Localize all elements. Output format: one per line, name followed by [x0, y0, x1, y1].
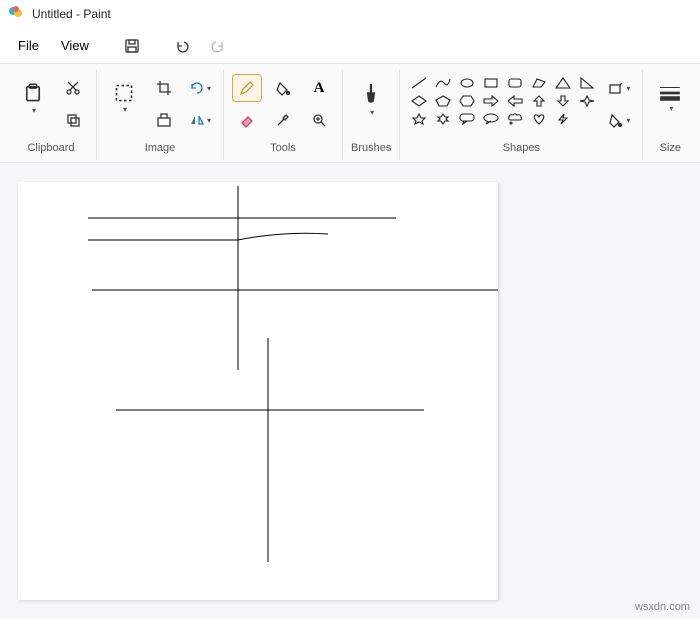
- shape-outline-button[interactable]: ▾: [604, 74, 634, 102]
- group-size: ▾ Size: [643, 70, 697, 160]
- canvas-area: [0, 164, 700, 619]
- eraser-tool[interactable]: [232, 106, 262, 134]
- shape-arrow-down[interactable]: [554, 94, 572, 108]
- resize-button[interactable]: [149, 106, 179, 134]
- shape-arrow-up[interactable]: [530, 94, 548, 108]
- shape-heart[interactable]: [530, 112, 548, 126]
- shape-pentagon[interactable]: [434, 94, 452, 108]
- group-label-shapes: Shapes: [503, 138, 540, 156]
- shape-oval[interactable]: [458, 76, 476, 90]
- size-button[interactable]: ▾: [651, 74, 689, 122]
- rotate-button[interactable]: ▾: [185, 74, 215, 102]
- group-label-brushes: Brushes: [351, 138, 391, 156]
- chevron-down-icon: ▾: [123, 105, 127, 114]
- menu-file[interactable]: File: [8, 32, 49, 59]
- copy-button[interactable]: [58, 106, 88, 134]
- shape-4point-star[interactable]: [578, 94, 596, 108]
- watermark: wsxdn.com: [635, 601, 690, 613]
- menubar: File View: [0, 28, 700, 64]
- shape-rectangle[interactable]: [482, 76, 500, 90]
- canvas-drawing: [18, 182, 498, 600]
- group-label-clipboard: Clipboard: [27, 138, 74, 156]
- app-icon: [8, 4, 24, 25]
- shape-callout-rounded[interactable]: [458, 112, 476, 126]
- shape-lightning[interactable]: [554, 112, 572, 126]
- chevron-down-icon: ▾: [669, 104, 673, 113]
- group-label-image: Image: [145, 138, 176, 156]
- shape-polygon[interactable]: [530, 76, 548, 90]
- chevron-down-icon: ▾: [370, 108, 374, 117]
- group-tools: A Tools: [224, 70, 343, 160]
- ribbon: ▾ Clipboard ▾ ▾ ▾: [0, 64, 700, 163]
- shape-right-triangle[interactable]: [578, 76, 596, 90]
- shape-rounded-rect[interactable]: [506, 76, 524, 90]
- text-tool[interactable]: A: [304, 74, 334, 102]
- group-label-size: Size: [660, 138, 681, 156]
- fill-tool[interactable]: [268, 74, 298, 102]
- shape-diamond[interactable]: [410, 94, 428, 108]
- shape-fill-button[interactable]: ▾: [604, 106, 634, 134]
- save-button[interactable]: [115, 30, 149, 62]
- pencil-tool[interactable]: [232, 74, 262, 102]
- cut-button[interactable]: [58, 74, 88, 102]
- shape-triangle[interactable]: [554, 76, 572, 90]
- shape-callout-cloud[interactable]: [506, 112, 524, 126]
- crop-button[interactable]: [149, 74, 179, 102]
- titlebar: Untitled - Paint: [0, 0, 700, 28]
- select-button[interactable]: ▾: [105, 74, 143, 122]
- group-image: ▾ ▾ ▾ Image: [97, 70, 224, 160]
- shape-arrow-left[interactable]: [506, 94, 524, 108]
- shape-gallery[interactable]: [408, 74, 598, 128]
- shape-line[interactable]: [410, 76, 428, 90]
- redo-button[interactable]: [201, 30, 235, 62]
- canvas[interactable]: [18, 182, 498, 600]
- shape-hexagon[interactable]: [458, 94, 476, 108]
- chevron-down-icon: ▾: [32, 106, 36, 115]
- shape-5point-star[interactable]: [410, 112, 428, 126]
- shape-curve[interactable]: [434, 76, 452, 90]
- group-label-tools: Tools: [270, 138, 296, 156]
- shape-6point-star[interactable]: [434, 112, 452, 126]
- color-picker-tool[interactable]: [268, 106, 298, 134]
- brushes-button[interactable]: ▾: [352, 74, 390, 122]
- undo-button[interactable]: [165, 30, 199, 62]
- paste-button[interactable]: ▾: [14, 74, 52, 122]
- shape-arrow-right[interactable]: [482, 94, 500, 108]
- menu-view[interactable]: View: [51, 32, 99, 59]
- window-title: Untitled - Paint: [32, 7, 111, 21]
- magnifier-tool[interactable]: [304, 106, 334, 134]
- flip-button[interactable]: ▾: [185, 106, 215, 134]
- group-shapes: ▾ ▾ Shapes: [400, 70, 643, 160]
- shape-callout-oval[interactable]: [482, 112, 500, 126]
- group-clipboard: ▾ Clipboard: [6, 70, 97, 160]
- text-icon: A: [314, 80, 325, 97]
- group-brushes: ▾ Brushes: [343, 70, 400, 160]
